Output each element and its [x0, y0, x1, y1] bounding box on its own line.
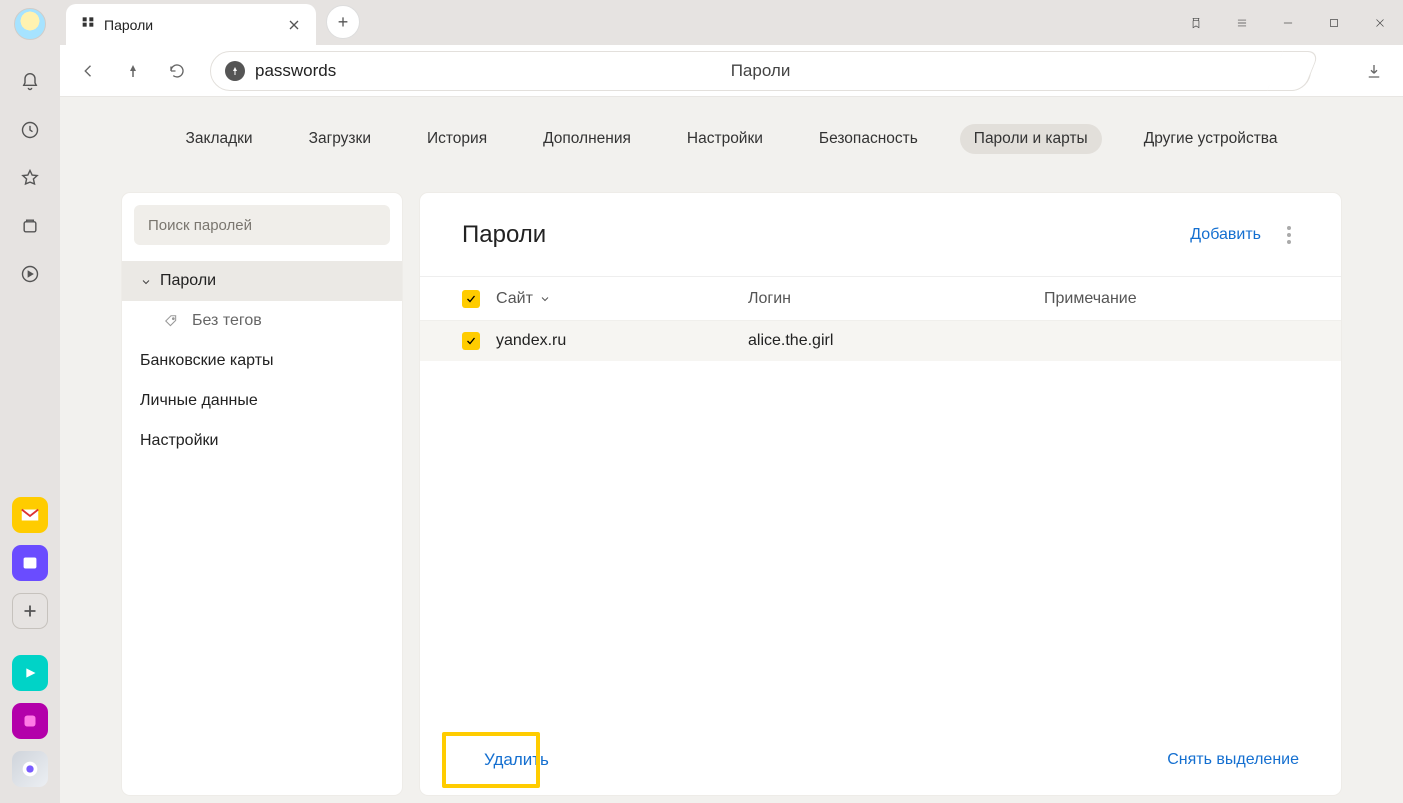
nav-passwords-cards[interactable]: Пароли и карты [960, 124, 1102, 154]
nav-security[interactable]: Безопасность [805, 124, 932, 154]
select-all-checkbox[interactable] [462, 290, 496, 308]
reload-button[interactable] [166, 60, 188, 82]
yandex-home-button[interactable] [122, 60, 144, 82]
settings-nav: Закладки Загрузки История Дополнения Нас… [60, 97, 1403, 181]
app-music-icon[interactable] [12, 655, 48, 691]
address-text: passwords [255, 61, 336, 81]
sidebar-item-no-tags[interactable]: Без тегов [122, 301, 402, 341]
sort-chevron-icon [539, 293, 551, 305]
app-mail-icon[interactable] [12, 497, 48, 533]
nav-extensions[interactable]: Дополнения [529, 124, 645, 154]
search-passwords-input[interactable]: Поиск паролей [134, 205, 390, 245]
password-categories-panel: Поиск паролей Пароли Без тегов Банковски… [122, 193, 402, 795]
row-login: alice.the.girl [748, 332, 1044, 350]
nav-bookmarks[interactable]: Закладки [172, 124, 267, 154]
column-note: Примечание [1044, 290, 1299, 308]
tab-bar: Пароли + [60, 0, 1403, 45]
sidebar-item-label: Пароли [160, 272, 216, 290]
address-title: Пароли [731, 61, 791, 81]
tag-icon [164, 314, 178, 328]
window-minimize-button[interactable] [1265, 0, 1311, 45]
nav-settings[interactable]: Настройки [673, 124, 777, 154]
sidebar-item-personal[interactable]: Личные данные [122, 381, 402, 421]
table-header: Сайт Логин Примечание [420, 277, 1341, 321]
search-placeholder: Поиск паролей [148, 217, 252, 234]
nav-other-devices[interactable]: Другие устройства [1130, 124, 1292, 154]
add-password-button[interactable]: Добавить [1190, 226, 1261, 244]
play-circle-icon[interactable] [14, 258, 46, 290]
row-site: yandex.ru [496, 332, 748, 350]
sidebar-item-label: Настройки [140, 432, 218, 450]
browser-tab[interactable]: Пароли [66, 4, 316, 45]
bookmarks-bar-icon[interactable] [1173, 0, 1219, 45]
chevron-down-icon [140, 275, 152, 287]
password-row[interactable]: yandex.ru alice.the.girl [420, 321, 1341, 361]
row-checkbox[interactable] [462, 332, 496, 350]
deselect-button[interactable]: Снять выделение [1167, 751, 1299, 769]
tab-title: Пароли [104, 17, 278, 33]
column-login: Логин [748, 290, 1044, 308]
site-identity-icon [225, 61, 245, 81]
app-kinopoisk-icon[interactable] [12, 545, 48, 581]
avatar[interactable] [14, 8, 46, 40]
sidebar-item-label: Личные данные [140, 392, 258, 410]
app-add-icon[interactable] [12, 593, 48, 629]
downloads-button[interactable] [1363, 60, 1385, 82]
sidebar-item-settings[interactable]: Настройки [122, 421, 402, 461]
sidebar-item-label: Банковские карты [140, 352, 274, 370]
panel-header: Пароли Добавить [420, 193, 1341, 277]
panel-title: Пароли [462, 221, 546, 249]
menu-icon[interactable] [1219, 0, 1265, 45]
app-alisa-icon[interactable] [12, 703, 48, 739]
back-button[interactable] [78, 60, 100, 82]
history-icon[interactable] [14, 114, 46, 146]
panel-footer: Удалить Снять выделение [420, 725, 1341, 795]
sidebar-item-label: Без тегов [192, 312, 262, 330]
address-bar[interactable]: passwords Пароли [210, 51, 1311, 91]
nav-downloads[interactable]: Загрузки [295, 124, 385, 154]
column-site[interactable]: Сайт [496, 290, 748, 308]
more-menu-button[interactable] [1279, 226, 1299, 244]
app-assistant-icon[interactable] [12, 751, 48, 787]
delete-button[interactable]: Удалить [462, 732, 571, 788]
star-icon[interactable] [14, 162, 46, 194]
bell-icon[interactable] [14, 66, 46, 98]
tab-favicon-icon [80, 14, 96, 35]
window-close-button[interactable] [1357, 0, 1403, 45]
bookmark-icon[interactable] [1274, 60, 1296, 82]
page-content: Закладки Загрузки История Дополнения Нас… [60, 97, 1403, 803]
nav-history[interactable]: История [413, 124, 501, 154]
sidebar-item-cards[interactable]: Банковские карты [122, 341, 402, 381]
new-tab-button[interactable]: + [326, 5, 360, 39]
window-maximize-button[interactable] [1311, 0, 1357, 45]
sidebar-item-passwords[interactable]: Пароли [122, 261, 402, 301]
tab-close-button[interactable] [286, 17, 302, 33]
toolbar: passwords Пароли [60, 45, 1403, 97]
passwords-panel: Пароли Добавить Сайт Логин Примечание ya… [420, 193, 1341, 795]
collections-icon[interactable] [14, 210, 46, 242]
os-sidebar [0, 0, 60, 803]
column-site-label: Сайт [496, 290, 533, 308]
